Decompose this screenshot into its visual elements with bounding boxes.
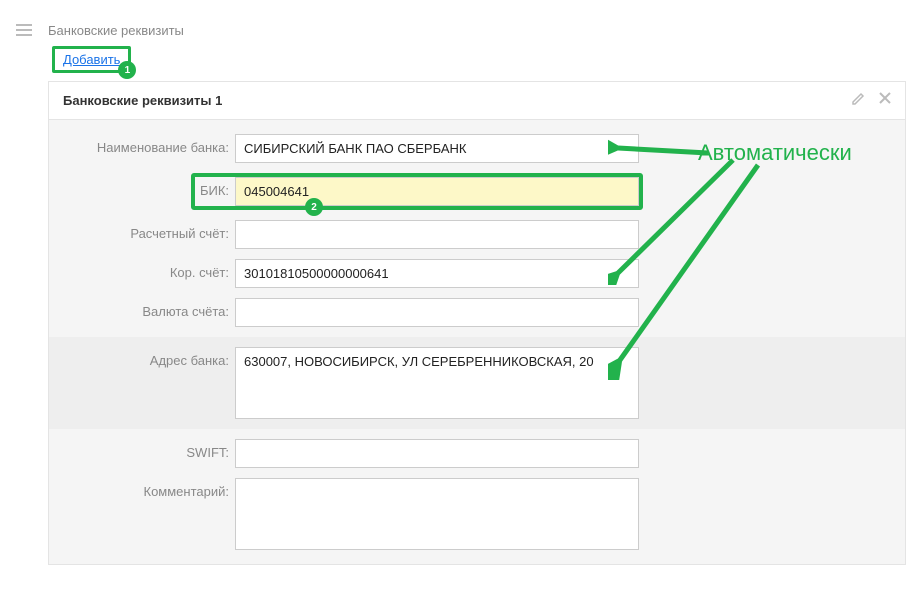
label-bank-name: Наименование банка:	[49, 134, 235, 155]
label-corr-account: Кор. счёт:	[49, 259, 235, 280]
input-corr-account[interactable]	[235, 259, 639, 288]
edit-icon[interactable]	[851, 92, 865, 109]
label-account: Расчетный счёт:	[49, 220, 235, 241]
label-address: Адрес банка:	[49, 347, 235, 368]
annotation-badge-1: 1	[118, 61, 136, 79]
annotation-auto-label: Автоматически	[698, 140, 852, 166]
input-comment[interactable]	[235, 478, 639, 550]
input-bik[interactable]	[235, 177, 639, 206]
label-comment: Комментарий:	[49, 478, 235, 499]
close-icon[interactable]	[879, 92, 891, 109]
input-bank-name[interactable]	[235, 134, 639, 163]
label-swift: SWIFT:	[49, 439, 235, 460]
label-currency: Валюта счёта:	[49, 298, 235, 319]
input-currency[interactable]	[235, 298, 639, 327]
input-address[interactable]	[235, 347, 639, 419]
input-account[interactable]	[235, 220, 639, 249]
menu-icon[interactable]	[10, 20, 38, 40]
input-swift[interactable]	[235, 439, 639, 468]
page-title: Банковские реквизиты	[48, 23, 184, 38]
label-bik: БИК:	[195, 177, 235, 206]
panel-title: Банковские реквизиты 1	[63, 93, 222, 108]
annotation-badge-2: 2	[305, 198, 323, 216]
